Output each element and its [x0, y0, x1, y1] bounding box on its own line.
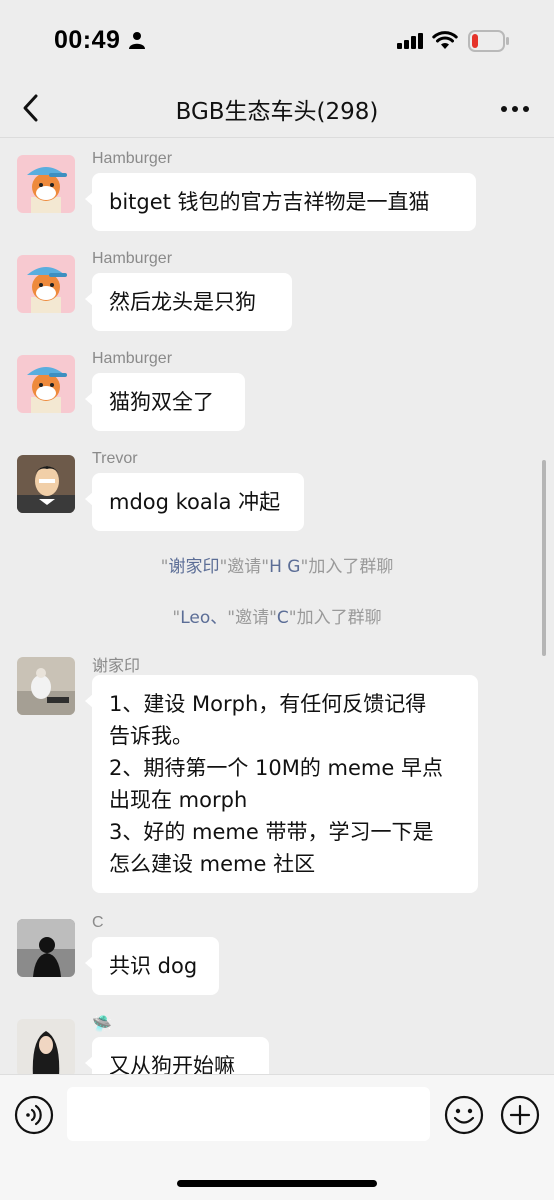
chat-header: BGB生态车头(298)	[0, 80, 554, 138]
message-line: 2、期待第一个 10M的 meme 早点	[109, 756, 443, 780]
system-invitee[interactable]: H G	[269, 557, 300, 577]
emoji-icon[interactable]	[444, 1095, 484, 1135]
message-line: 怎么建设 meme 社区	[109, 852, 316, 876]
status-bar: 00:49	[0, 0, 554, 80]
sender-name: Hamburger	[92, 150, 173, 167]
system-invitee[interactable]: C	[277, 608, 289, 628]
message-line: 3、好的 meme 带带，学习一下是	[109, 820, 434, 844]
system-inviter[interactable]: 谢家印	[168, 557, 219, 577]
avatar-c[interactable]	[17, 919, 75, 977]
chat-title: BGB生态车头(298)	[175, 99, 379, 125]
avatar-ufo[interactable]	[17, 1019, 75, 1074]
message-bubble[interactable]: 1、建设 Morph，有任何反馈记得 告诉我。 2、期待第一个 10M的 mem…	[85, 675, 478, 893]
message-line: 告诉我。	[109, 724, 193, 748]
message-list[interactable]: Hamburger bitget 钱包的官方吉祥物是一直猫 Hamburger …	[0, 139, 554, 1074]
sender-name: Hamburger	[92, 350, 173, 367]
cartoon-avatar-icon	[17, 255, 75, 313]
message-bubble[interactable]: 然后龙头是只狗	[85, 273, 292, 331]
system-text: "邀请"	[219, 557, 270, 577]
avatar-hamburger[interactable]	[17, 255, 75, 313]
sender-name: Hamburger	[92, 250, 173, 267]
message-bubble[interactable]: mdog koala 冲起	[85, 473, 304, 531]
system-text: "邀请"	[227, 608, 277, 628]
message-line: 1、建设 Morph，有任何反馈记得	[109, 692, 427, 716]
message-bubble[interactable]: 共识 dog	[85, 937, 219, 995]
home-indicator[interactable]	[177, 1180, 377, 1187]
avatar-hamburger[interactable]	[17, 155, 75, 213]
cellular-signal-icon	[397, 33, 423, 49]
message-bubble[interactable]: 猫狗双全了	[85, 373, 245, 431]
sender-name: C	[92, 914, 104, 931]
photo-avatar-icon	[17, 1019, 75, 1074]
avatar-trevor[interactable]	[17, 455, 75, 513]
system-message: "Leo、"邀请"C"加入了群聊	[0, 603, 554, 628]
photo-avatar-icon	[17, 657, 75, 715]
system-inviter[interactable]: Leo、	[180, 608, 227, 628]
silhouette-avatar-icon	[17, 919, 75, 977]
wifi-icon	[432, 31, 458, 49]
person-icon	[129, 32, 145, 49]
system-message: "谢家印"邀请"H G"加入了群聊	[0, 552, 554, 577]
avatar-hamburger[interactable]	[17, 355, 75, 413]
sender-name: Trevor	[92, 450, 138, 467]
avatar-xiejiayin[interactable]	[17, 657, 75, 715]
message-input[interactable]	[67, 1087, 430, 1141]
status-time: 00:49	[54, 26, 121, 54]
plus-icon[interactable]	[500, 1095, 540, 1135]
voice-icon[interactable]	[14, 1095, 54, 1135]
system-text: "加入了群聊	[288, 608, 382, 628]
sender-name: 谢家印	[92, 658, 141, 675]
cartoon-avatar-icon	[17, 455, 75, 513]
system-text: "加入了群聊	[300, 557, 394, 577]
more-dots-icon[interactable]	[500, 104, 530, 114]
sender-name: 🛸	[92, 1016, 112, 1033]
message-line: 出现在 morph	[109, 788, 248, 812]
scrollbar[interactable]	[542, 460, 546, 656]
cartoon-avatar-icon	[17, 155, 75, 213]
cartoon-avatar-icon	[17, 355, 75, 413]
message-bubble[interactable]: 又从狗开始嘛	[85, 1037, 269, 1074]
message-bubble[interactable]: bitget 钱包的官方吉祥物是一直猫	[85, 173, 476, 231]
battery-low-icon	[468, 30, 509, 52]
